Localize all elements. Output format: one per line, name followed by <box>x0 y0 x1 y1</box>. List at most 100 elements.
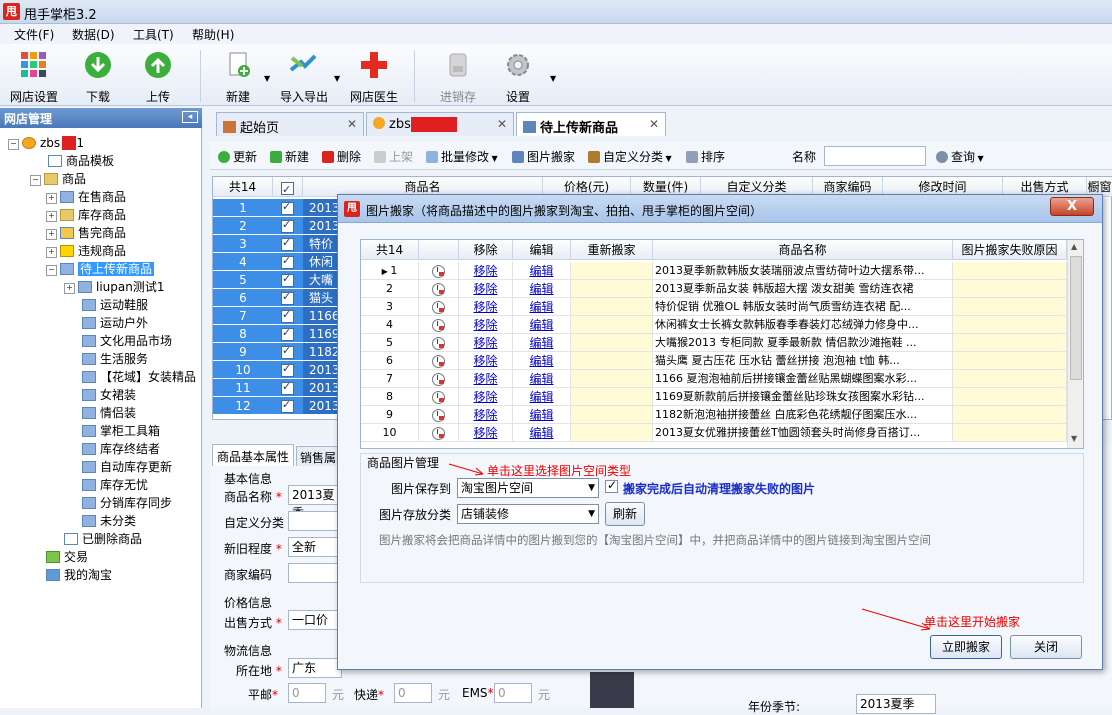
edit-link[interactable]: 编辑 <box>513 352 571 370</box>
tree-cat-item[interactable]: 库存终结者 <box>82 440 160 458</box>
grid-header[interactable]: 商品名称 <box>653 240 953 260</box>
sale-mode-select[interactable]: 一口价 <box>288 610 342 630</box>
tab-basic-properties[interactable]: 商品基本属性 <box>212 444 294 466</box>
tree-cat-item[interactable]: 未分类 <box>82 512 136 530</box>
scroll-up-icon[interactable]: ▲ <box>1071 242 1077 251</box>
remove-link[interactable]: 移除 <box>459 370 513 388</box>
auto-clean-label[interactable]: 搬家完成后自动清理搬家失败的图片 <box>623 480 815 497</box>
tab-start-page[interactable]: 起始页 ✕ <box>216 112 364 136</box>
table-row[interactable]: 2 移除 编辑 2013夏季新品女装 韩版超大摆 泼女甜美 雪纺连衣裙 <box>361 280 1067 298</box>
tree-cat-item[interactable]: 运动户外 <box>82 314 148 332</box>
tab-pending-upload[interactable]: 待上传新商品 ✕ <box>516 112 666 136</box>
sort-button[interactable]: 排序 <box>686 148 725 165</box>
tree-root[interactable]: − zbs xx1 <box>8 134 84 152</box>
location-select[interactable]: 广东 <box>288 658 342 678</box>
collapse-panel-icon[interactable]: ◂ <box>182 111 198 123</box>
batch-edit-button[interactable]: 批量修改 ▼ <box>426 148 498 165</box>
tree-cat-item[interactable]: + liupan测试1 <box>64 278 165 296</box>
condition-select[interactable]: 全新 <box>288 537 342 557</box>
auto-clean-checkbox[interactable]: ✓ <box>605 478 618 493</box>
tree-item-sold-out[interactable]: + 售完商品 <box>46 224 126 242</box>
edit-link[interactable]: 编辑 <box>513 370 571 388</box>
table-row[interactable]: 6 移除 编辑 猫头鹰 夏古压花 压水钻 蕾丝拼接 泡泡袖 t恤 韩... <box>361 352 1067 370</box>
new-button[interactable]: 新建 ▼ <box>208 48 270 104</box>
tree-item-stock[interactable]: + 库存商品 <box>46 206 126 224</box>
name-search-input[interactable] <box>824 146 926 166</box>
tree-item-my-taobao[interactable]: 我的淘宝 <box>46 566 112 584</box>
import-export-dropdown-icon[interactable]: ▼ <box>334 74 340 83</box>
remove-link[interactable]: 移除 <box>459 280 513 298</box>
grid-header[interactable]: 移除 <box>459 240 513 260</box>
tree-item-violation[interactable]: + 违规商品 <box>46 242 126 260</box>
ems-fee-input[interactable]: 0 <box>494 683 532 703</box>
close-dialog-button[interactable]: 关闭 <box>1010 635 1082 659</box>
express-fee-input[interactable]: 0 <box>394 683 432 703</box>
tree-item-template[interactable]: 商品模板 <box>48 152 114 170</box>
tree-cat-item[interactable]: 【花域】女装精品 <box>82 368 196 386</box>
tree-item-on-sale[interactable]: + 在售商品 <box>46 188 126 206</box>
custom-category-button[interactable]: 自定义分类 ▼ <box>588 148 672 165</box>
shop-settings-button[interactable]: 网店设置 <box>4 48 64 104</box>
season-select[interactable]: 2013夏季 <box>856 694 936 714</box>
remove-link[interactable]: 移除 <box>459 334 513 352</box>
tree-item-goods[interactable]: − 商品 <box>30 170 86 188</box>
custom-category-input[interactable] <box>288 511 342 531</box>
tree-item-trade[interactable]: 交易 <box>46 548 88 566</box>
edit-link[interactable]: 编辑 <box>513 280 571 298</box>
remove-link[interactable]: 移除 <box>459 298 513 316</box>
table-row[interactable]: 9 移除 编辑 1182新泡泡袖拼接蕾丝 白底彩色花绣靓仔图案压水... <box>361 406 1067 424</box>
table-row[interactable]: 4 移除 编辑 休闲裤女士长裤女款韩版春季春装灯芯绒弹力修身中... <box>361 316 1067 334</box>
menu-file[interactable]: 文件(F) <box>14 26 54 43</box>
new-goods-button[interactable]: 新建 <box>270 148 309 165</box>
grid-header[interactable]: 重新搬家 <box>571 240 653 260</box>
table-row[interactable]: 8 移除 编辑 1169夏新款前后拼接镶金蕾丝贴珍珠女孩图案水彩钻... <box>361 388 1067 406</box>
edit-link[interactable]: 编辑 <box>513 406 571 424</box>
edit-link[interactable]: 编辑 <box>513 316 571 334</box>
start-move-button[interactable]: 立即搬家 <box>930 635 1002 659</box>
tab-sales-properties[interactable]: 销售属 <box>296 446 340 466</box>
tree-cat-item[interactable]: 分销库存同步 <box>82 494 172 512</box>
tab-shop[interactable]: zbsxxxxxx ✕ <box>366 112 514 136</box>
edit-link[interactable]: 编辑 <box>513 334 571 352</box>
grid-header[interactable]: 编辑 <box>513 240 571 260</box>
table-row[interactable]: 5 移除 编辑 大嘴猴2013 专柜同款 夏季最新款 情侣款沙滩拖鞋 ... <box>361 334 1067 352</box>
image-mover-button[interactable]: 图片搬家 <box>512 148 575 165</box>
tree-cat-item[interactable]: 情侣装 <box>82 404 136 422</box>
tree-cat-item[interactable]: 文化用品市场 <box>82 332 172 350</box>
tree-cat-item[interactable]: 库存无忧 <box>82 476 148 494</box>
remove-link[interactable]: 移除 <box>459 262 513 280</box>
table-row[interactable]: ▶ 1 移除 编辑 2013夏季新款韩版女装瑞丽波点雪纺荷叶边大摆系带... <box>361 262 1067 280</box>
remove-link[interactable]: 移除 <box>459 316 513 334</box>
scroll-down-icon[interactable]: ▼ <box>1071 434 1077 443</box>
tree-item-deleted[interactable]: 已删除商品 <box>64 530 142 548</box>
import-export-button[interactable]: 导入导出 ▼ <box>272 48 340 104</box>
grid-header[interactable]: 图片搬家失败原因 <box>953 240 1067 260</box>
refresh-button[interactable]: 更新 <box>218 148 257 165</box>
close-tab-icon[interactable]: ✕ <box>347 117 357 131</box>
upload-button[interactable]: 上传 <box>128 48 188 104</box>
menu-tools[interactable]: 工具(T) <box>133 26 174 43</box>
remove-link[interactable]: 移除 <box>459 388 513 406</box>
category-select[interactable]: 店铺装修 ▼ <box>457 504 599 524</box>
settings-dropdown-icon[interactable]: ▼ <box>550 74 556 83</box>
refresh-category-button[interactable]: 刷新 <box>605 502 645 526</box>
close-tab-icon[interactable]: ✕ <box>649 117 659 131</box>
tree-item-pending-upload[interactable]: − 待上传新商品 <box>46 260 155 278</box>
table-row[interactable]: 10 移除 编辑 2013夏女优雅拼接蕾丝T恤圆领套头时尚修身百搭订... <box>361 424 1067 442</box>
edit-link[interactable]: 编辑 <box>513 298 571 316</box>
shop-doctor-button[interactable]: 网店医生 <box>342 48 406 104</box>
edit-link[interactable]: 编辑 <box>513 262 571 280</box>
select-all-checkbox[interactable] <box>273 177 303 200</box>
table-row[interactable]: 3 移除 编辑 特价促销 优雅OL 韩版女装时尚气质雪纺连衣裙 配... <box>361 298 1067 316</box>
close-tab-icon[interactable]: ✕ <box>497 117 507 131</box>
tree-cat-item[interactable]: 生活服务 <box>82 350 148 368</box>
goods-name-input[interactable]: 2013夏季 <box>288 485 342 520</box>
post-fee-input[interactable]: 0 <box>288 683 326 703</box>
settings-button[interactable]: 设置 ▼ <box>488 48 556 104</box>
merchant-code-input[interactable] <box>288 563 342 583</box>
menu-data[interactable]: 数据(D) <box>72 26 115 43</box>
tree-cat-item[interactable]: 运动鞋服 <box>82 296 148 314</box>
remove-link[interactable]: 移除 <box>459 406 513 424</box>
table-row[interactable]: 7 移除 编辑 1166 夏泡泡袖前后拼接镶金蕾丝贴黑蝴蝶图案水彩... <box>361 370 1067 388</box>
mover-grid-scrollbar[interactable]: ▲ ▼ <box>1067 240 1083 448</box>
